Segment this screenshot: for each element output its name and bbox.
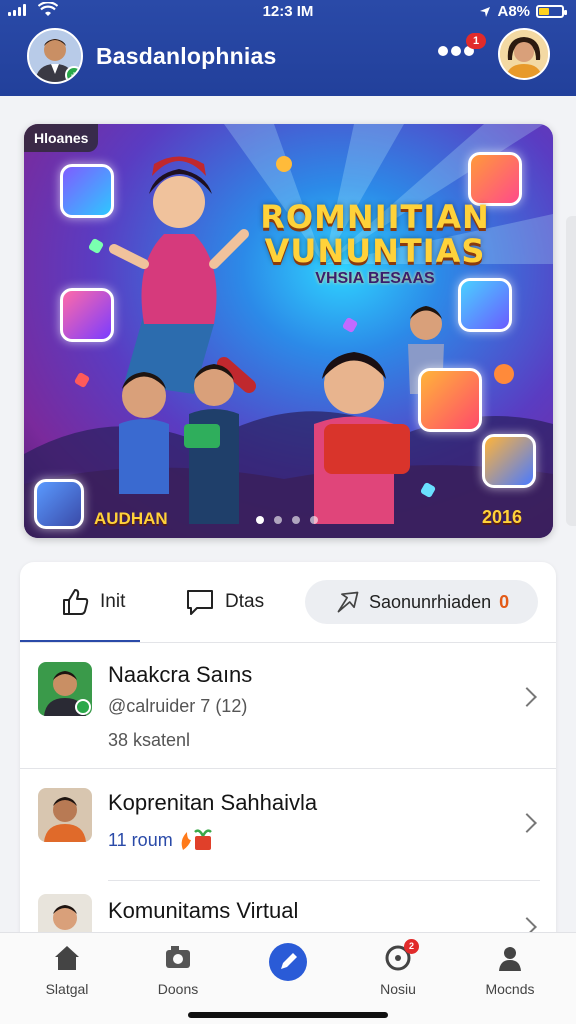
share-button[interactable]: Saonunrhiaden 0 bbox=[305, 580, 538, 624]
nav-label: Doons bbox=[157, 981, 199, 997]
featured-banner[interactable]: Hloanes ROMNIITIAN VUNUNTIAS VHSIA BESAA… bbox=[24, 124, 553, 538]
list-item-title: Naakcra Saıns bbox=[108, 662, 253, 687]
banner-tag: Hloanes bbox=[24, 124, 99, 152]
list-item-meta: 38 ksatenl bbox=[108, 730, 191, 750]
share-count: 0 bbox=[499, 591, 510, 612]
game-tile-star-icon bbox=[482, 434, 536, 488]
game-tile-shapes-icon bbox=[60, 288, 114, 342]
app-title: Basdanlophnias bbox=[96, 43, 277, 69]
chevron-right-icon bbox=[517, 687, 537, 707]
comment-button[interactable]: Dtas bbox=[185, 580, 264, 624]
carousel-dot[interactable] bbox=[274, 516, 282, 524]
profile-avatar[interactable] bbox=[498, 28, 550, 80]
banner-right-label: 2016 bbox=[482, 507, 523, 527]
like-button[interactable]: Init bbox=[60, 580, 125, 624]
community-thumbnail bbox=[38, 662, 92, 716]
status-bar: 12:3 IM A8% bbox=[0, 0, 576, 24]
notification-badge: 2 bbox=[404, 939, 419, 954]
like-label: Init bbox=[100, 591, 126, 612]
notification-badge[interactable]: 1 bbox=[466, 33, 486, 49]
compose-icon bbox=[281, 953, 297, 969]
battery-icon bbox=[536, 5, 567, 18]
carousel-dot[interactable] bbox=[310, 516, 318, 524]
banner-title: ROMNIITIAN VUNUNTIAS bbox=[220, 200, 530, 268]
banner-left-label: AUDHAN bbox=[94, 509, 168, 528]
chevron-right-icon bbox=[517, 813, 537, 833]
thumbs-up-icon bbox=[63, 589, 89, 615]
list-item[interactable]: Koprenitan Sahhaivla 11 roum bbox=[20, 770, 556, 896]
list-item[interactable]: Naakcra Saıns @calruider 7 (12) 38 ksate… bbox=[20, 644, 556, 770]
nav-item-profile[interactable]: Mocnds bbox=[460, 943, 560, 997]
game-tile-blocks-icon bbox=[60, 164, 114, 218]
list-item-title: Koprenitan Sahhaivla bbox=[108, 790, 318, 815]
share-label: Saonunrhiaden bbox=[369, 591, 492, 612]
member-count: 11 roum bbox=[108, 829, 173, 850]
home-icon bbox=[55, 946, 79, 970]
app-header: 12:3 IM A8% + Basdanlophnias 1 bbox=[0, 0, 576, 96]
nav-label: Nosiu bbox=[380, 981, 416, 997]
list-item-subtitle: 11 roum bbox=[108, 828, 215, 852]
community-card: Init Dtas Saonunrhiaden 0 Naakcra Saıns … bbox=[20, 562, 556, 962]
camera-icon bbox=[166, 946, 190, 968]
profile-avatar-image bbox=[500, 30, 548, 78]
game-tile-portrait-icon bbox=[34, 479, 84, 529]
home-indicator[interactable] bbox=[188, 1012, 388, 1018]
bottom-navigation: Slatgal Doons 2 Nosiu Mocnds bbox=[0, 932, 576, 1024]
list-item-title: Komunitams Virtual bbox=[108, 898, 299, 923]
carousel-indicator[interactable] bbox=[256, 516, 318, 524]
user-avatar[interactable]: + bbox=[27, 28, 83, 84]
game-tile-castle-icon bbox=[418, 368, 482, 432]
verified-badge-icon: + bbox=[65, 66, 81, 82]
nav-item-camera[interactable]: Doons bbox=[128, 943, 228, 997]
battery-percent: A8% bbox=[497, 3, 530, 20]
nav-item-notifications[interactable]: 2 Nosiu bbox=[348, 939, 448, 997]
nav-label: Slatgal bbox=[45, 981, 89, 997]
community-thumbnail bbox=[38, 788, 92, 842]
next-card-peek[interactable] bbox=[566, 216, 576, 526]
fire-gift-icon bbox=[181, 829, 212, 850]
comment-icon bbox=[187, 590, 213, 615]
banner-title-line2: VUNUNTIAS bbox=[264, 232, 486, 270]
banner-subtitle: VHSIA BESAAS bbox=[315, 270, 435, 287]
banner-title-line1: ROMNIITIAN bbox=[260, 198, 490, 236]
carousel-dot[interactable] bbox=[292, 516, 300, 524]
list-item-subtitle: @calruider 7 (12) bbox=[108, 696, 248, 716]
comment-label: Dtas bbox=[225, 591, 265, 612]
nav-item-compose[interactable] bbox=[238, 943, 338, 985]
person-icon bbox=[499, 947, 521, 971]
location-icon bbox=[480, 6, 491, 17]
action-bar: Init Dtas Saonunrhiaden 0 bbox=[20, 562, 556, 643]
carousel-dot[interactable] bbox=[256, 516, 264, 524]
nav-item-home[interactable]: Slatgal bbox=[17, 943, 117, 997]
share-icon bbox=[337, 591, 359, 613]
compose-button[interactable] bbox=[269, 943, 307, 981]
nav-label: Mocnds bbox=[485, 981, 535, 997]
